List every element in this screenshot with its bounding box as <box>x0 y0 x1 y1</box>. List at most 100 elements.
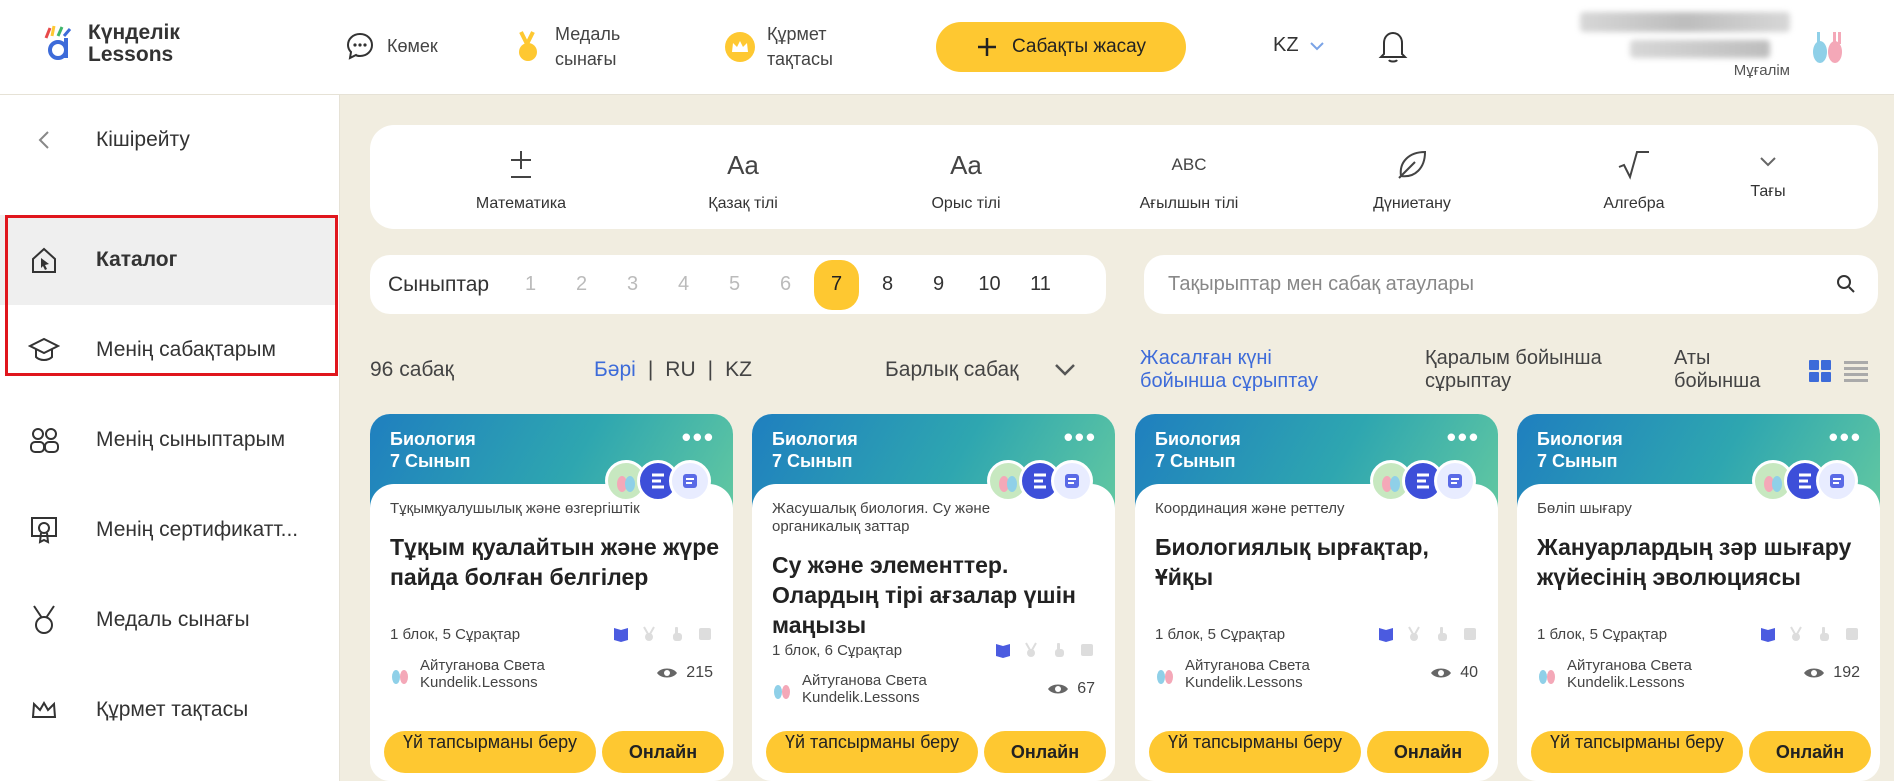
card-author: Айтуганова Света Kundelik.Lessons <box>1537 657 1692 691</box>
logo-text-line2: Lessons <box>88 43 174 66</box>
crown-icon <box>725 32 755 62</box>
sidebar-item-my-certificates[interactable]: Менің сертификатт... <box>0 485 338 575</box>
card-title: Жануарлардың зәр шығару жүйесінің эволюц… <box>1537 534 1852 590</box>
avatar[interactable] <box>1808 26 1848 66</box>
author-avatar-icon <box>1539 670 1555 684</box>
honor-label-1: Құрмет <box>767 24 827 44</box>
lessons-count: 96 сабақ <box>370 358 454 381</box>
language-select[interactable]: KZ <box>1273 34 1325 57</box>
app-logo[interactable]: Күнделік Lessons <box>40 22 180 66</box>
author-avatar-icon <box>1157 670 1173 684</box>
all-lessons-dropdown[interactable]: Барлық сабақ <box>885 358 1076 382</box>
more-options-icon[interactable]: ••• <box>682 422 715 453</box>
grade-4[interactable]: 4 <box>661 260 706 310</box>
medal-label-2: сынағы <box>555 49 617 69</box>
notifications-button[interactable] <box>1378 28 1408 69</box>
sidebar-item-label: Құрмет тақтасы <box>96 698 249 721</box>
sort-by-name[interactable]: Аты бойынша <box>1674 347 1760 393</box>
card-subject: Биология <box>1155 429 1241 449</box>
medal-icon <box>1408 626 1420 641</box>
grid-view-icon <box>1809 360 1831 382</box>
sidebar-item-my-classes[interactable]: Менің сыныптарым <box>0 395 338 485</box>
grade-6[interactable]: 6 <box>763 260 808 310</box>
assign-homework-button[interactable]: Үй тапсырманы беру <box>1149 731 1361 773</box>
grade-11[interactable]: 11 <box>1018 260 1063 310</box>
card-badges <box>1752 460 1858 502</box>
lang-kz-filter[interactable]: KZ <box>725 358 752 382</box>
bookmark-icon <box>1081 644 1093 656</box>
subject-algebra[interactable]: Алгебра <box>1539 147 1729 213</box>
card-badges <box>987 460 1093 502</box>
card-meta: 1 блок, 5 Сұрақтар <box>1155 626 1286 643</box>
user-info[interactable]: Мұғалім <box>1560 12 1790 82</box>
search-input[interactable]: Тақырыптар мен сабақ атаулары <box>1144 255 1878 314</box>
card-views: 215 <box>656 664 713 682</box>
assign-homework-button[interactable]: Үй тапсырманы беру <box>766 731 978 773</box>
grade-1[interactable]: 1 <box>508 260 553 310</box>
author-org: Kundelik.Lessons <box>1185 674 1303 691</box>
medal-test-link[interactable]: Медаль сынағы <box>513 22 620 72</box>
assign-homework-button[interactable]: Үй тапсырманы беру <box>1531 731 1743 773</box>
leaf-icon <box>1398 150 1427 179</box>
online-button[interactable]: Онлайн <box>984 731 1106 773</box>
more-options-icon[interactable]: ••• <box>1447 422 1480 453</box>
eye-icon <box>657 668 678 678</box>
lang-ru-filter[interactable]: RU <box>665 358 695 382</box>
card-author: Айтуганова Света Kundelik.Lessons <box>772 672 927 706</box>
card-topic: Жасушалық биология. Су және органикалық … <box>772 500 991 535</box>
honor-board-link[interactable]: Құрмет тақтасы <box>725 22 833 72</box>
book-icon <box>996 644 1010 658</box>
chevron-down-icon <box>1760 157 1776 167</box>
subject-world[interactable]: Дүниетану <box>1317 147 1507 213</box>
online-button[interactable]: Онлайн <box>1367 731 1489 773</box>
help-link[interactable]: Көмек <box>345 31 438 61</box>
grade-3[interactable]: 3 <box>610 260 655 310</box>
user-role: Мұғалім <box>1733 62 1790 79</box>
eye-icon <box>1804 668 1825 678</box>
language-value: KZ <box>1273 34 1299 56</box>
highlight-box <box>5 215 338 376</box>
sidebar-item-medal-test[interactable]: Медаль сынағы <box>0 575 338 665</box>
sidebar-collapse[interactable]: Кішірейту <box>0 95 338 185</box>
lesson-card[interactable]: Биология 7 Сынып ••• Координация және ре… <box>1135 414 1498 781</box>
card-views: 67 <box>1047 680 1095 698</box>
create-lesson-label: Сабақты жасау <box>1011 36 1147 57</box>
author-name: Айтуганова Света <box>1185 657 1310 674</box>
list-view-button[interactable] <box>1844 359 1868 388</box>
medal-icon <box>643 626 655 641</box>
online-button[interactable]: Онлайн <box>602 731 724 773</box>
sort-views-label-2: сұрыптау <box>1425 370 1512 392</box>
grade-2[interactable]: 2 <box>559 260 604 310</box>
sort-by-date[interactable]: Жасалған күні бойынша сұрыптау <box>1140 347 1318 393</box>
grade-9[interactable]: 9 <box>916 260 961 310</box>
grade-5[interactable]: 5 <box>712 260 757 310</box>
crown-icon <box>31 700 57 718</box>
lesson-card[interactable]: Биология 7 Сынып ••• Тұқымқуалушылық жән… <box>370 414 733 781</box>
subject-kazakh[interactable]: Aa Қазақ тілі <box>648 147 838 213</box>
subject-math[interactable]: Математика <box>426 147 616 213</box>
card-topic: Координация және реттелу <box>1155 500 1345 517</box>
grade-10[interactable]: 10 <box>967 260 1012 310</box>
eye-icon <box>1048 684 1069 694</box>
sidebar-item-label: Медаль сынағы <box>96 608 250 631</box>
online-button[interactable]: Онлайн <box>1749 731 1871 773</box>
more-options-icon[interactable]: ••• <box>1064 422 1097 453</box>
subject-label: Дүниетану <box>1373 195 1451 212</box>
lesson-card[interactable]: Биология 7 Сынып ••• Жасушалық биология.… <box>752 414 1115 781</box>
assign-homework-button[interactable]: Үй тапсырманы беру <box>384 731 596 773</box>
grade-8[interactable]: 8 <box>865 260 910 310</box>
more-options-icon[interactable]: ••• <box>1829 422 1862 453</box>
grid-view-button[interactable] <box>1808 359 1832 388</box>
subjects-more[interactable]: Тағы <box>1723 147 1813 201</box>
card-meta: 1 блок, 5 Сұрақтар <box>390 626 521 643</box>
medal-label-1: Медаль <box>555 24 621 44</box>
card-meta: 1 блок, 5 Сұрақтар <box>1537 626 1668 643</box>
lang-all-filter[interactable]: Бәрі <box>594 358 636 382</box>
subject-russian[interactable]: Aa Орыс тілі <box>871 147 1061 213</box>
subject-english[interactable]: ABC Ағылшын тілі <box>1094 147 1284 213</box>
sort-by-views[interactable]: Қаралым бойынша сұрыптау <box>1425 347 1602 393</box>
lesson-card[interactable]: Биология 7 Сынып ••• Бөліп шығару Жануар… <box>1517 414 1880 781</box>
create-lesson-button[interactable]: Сабақты жасау <box>936 22 1186 72</box>
sidebar-item-honor-board[interactable]: Құрмет тақтасы <box>0 665 338 755</box>
grade-7-selected[interactable]: 7 <box>814 259 859 310</box>
